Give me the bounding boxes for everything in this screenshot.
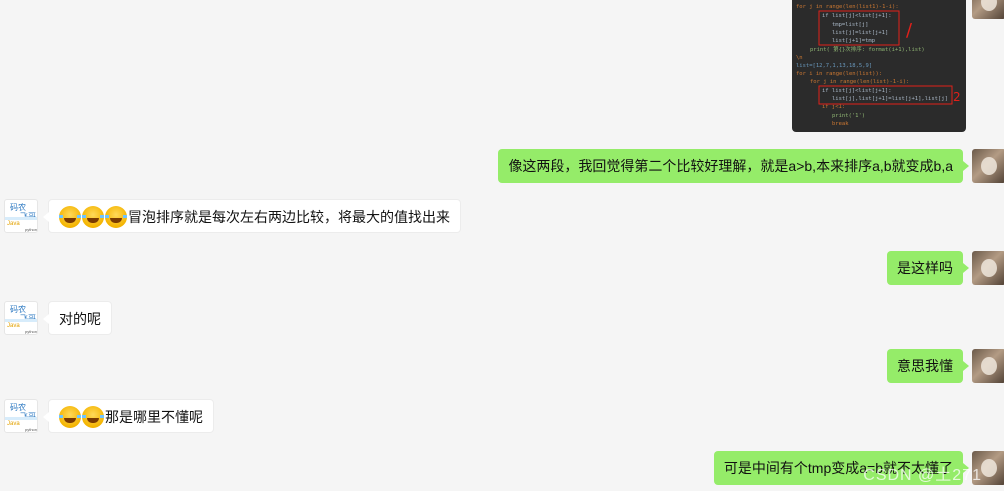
- code-line: for j in range(len(list1)-1-i):: [796, 4, 899, 10]
- code-line: break: [832, 121, 849, 127]
- code-line: tmp=list[j]: [832, 22, 868, 28]
- message-text: 像这两段，我回觉得第二个比较好理解，就是a>b,本来排序a,b就变成b,a: [508, 158, 953, 174]
- laughing-tears-emoji-icon: [82, 206, 104, 229]
- message-text: 对的呢: [59, 311, 101, 327]
- message-bubble-received[interactable]: 那是哪里不懂呢: [43, 399, 214, 433]
- message-bubble-received[interactable]: 对的呢: [43, 301, 112, 335]
- avatar-face: [981, 157, 997, 175]
- code-screenshot-svg: for j in range(len(list1)-1-i): if list[…: [796, 4, 961, 127]
- code-line: print('1'): [832, 113, 865, 119]
- code-screenshot-image[interactable]: for j in range(len(list1)-1-i): if list[…: [792, 0, 966, 132]
- avatar-band: [5, 417, 37, 420]
- my-avatar[interactable]: [972, 0, 1004, 19]
- laughing-tears-emoji-icon: [105, 206, 127, 229]
- message-text: 意思我懂: [897, 358, 953, 374]
- code-line: list[j]=list[j+1]: [832, 30, 888, 36]
- csdn-watermark: CSDN @土271: [863, 467, 982, 484]
- avatar-face: [981, 459, 997, 477]
- annotation-2: 2: [953, 90, 961, 104]
- code-line: if j<1:: [822, 104, 845, 110]
- contact-avatar[interactable]: 码农 飞哥 Java python: [4, 399, 38, 433]
- code-line: if list[j]<list[j+1]:: [822, 13, 892, 19]
- message-bubble-sent[interactable]: 是这样吗: [887, 251, 969, 285]
- code-line: if list[j]<list[j+1]:: [822, 88, 892, 94]
- message-bubble-sent[interactable]: 像这两段，我回觉得第二个比较好理解，就是a>b,本来排序a,b就变成b,a: [498, 149, 969, 183]
- avatar-face: [981, 0, 997, 11]
- contact-avatar[interactable]: 码农 飞哥 Java python: [4, 199, 38, 233]
- message-bubble-sent[interactable]: 意思我懂: [887, 349, 969, 383]
- code-line: list=[12,7,1,13,18,5,9]: [796, 63, 872, 69]
- laughing-tears-emoji-icon: [59, 206, 81, 229]
- annotation-1: /: [906, 20, 913, 41]
- avatar-face: [981, 259, 997, 277]
- my-avatar[interactable]: [972, 251, 1004, 285]
- avatar-text: python: [25, 427, 38, 432]
- message-text: 是这样吗: [897, 260, 953, 276]
- laughing-tears-emoji-icon: [82, 406, 104, 429]
- laughing-tears-emoji-icon: [59, 406, 81, 429]
- message-text: 冒泡排序就是每次左右两边比较，将最大的值找出来: [128, 209, 450, 225]
- message-bubble-received[interactable]: 冒泡排序就是每次左右两边比较，将最大的值找出来: [43, 199, 461, 233]
- code-line: list[j+1]=tmp: [832, 38, 875, 44]
- avatar-text: python: [25, 329, 38, 334]
- message-text: 那是哪里不懂呢: [105, 409, 203, 425]
- avatar-band: [5, 319, 37, 322]
- code-line: print( 第{}次排序: format(i+1),list): [810, 45, 925, 53]
- avatar-text: Java: [7, 323, 20, 329]
- code-line: for i in range(len(list)):: [796, 71, 882, 77]
- avatar-text: python: [25, 227, 38, 232]
- code-line: list[j],list[j+1]=list[j+1],list[j]: [832, 96, 948, 102]
- my-avatar[interactable]: [972, 349, 1004, 383]
- my-avatar[interactable]: [972, 149, 1004, 183]
- avatar-band: [5, 217, 37, 220]
- contact-avatar[interactable]: 码农 飞哥 Java python: [4, 301, 38, 335]
- code-line: for j in range(len(list)-1-i):: [810, 79, 909, 85]
- code-line: \n: [796, 55, 803, 61]
- avatar-text: Java: [7, 421, 20, 427]
- avatar-text: Java: [7, 221, 20, 227]
- avatar-face: [981, 357, 997, 375]
